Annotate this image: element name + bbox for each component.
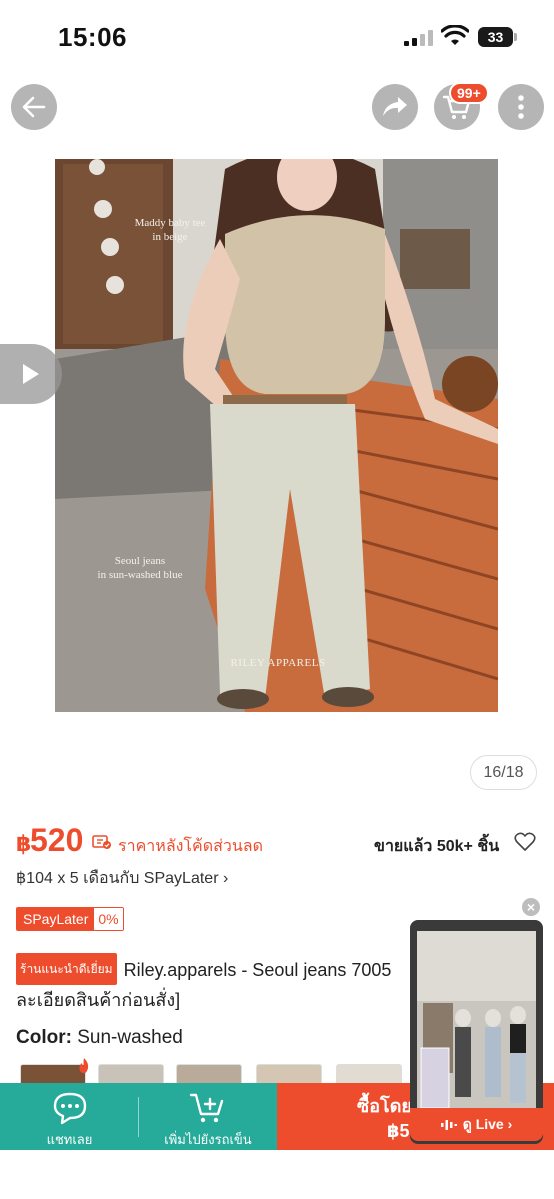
more-options-button[interactable] (498, 84, 544, 130)
add-cart-icon (189, 1093, 224, 1123)
product-title: ร้านแนะนำดีเยี่ยม Riley.apparels - Seoul… (16, 953, 416, 1015)
variation-value: Sun-washed (77, 1027, 183, 1048)
watch-live-button[interactable]: ดู Live › (410, 1108, 543, 1141)
sold-count: ขายแล้ว 50k+ ชิ้น (374, 838, 500, 855)
product-image[interactable]: Maddy baby tee in beige Seoul jeans in s… (55, 159, 498, 712)
product-page: 15:06 33 Maddy baby tee in beige Seoul j… (0, 0, 554, 1199)
status-bar: 15:06 33 (0, 0, 554, 72)
image-watermark: RILEY APPARELS (230, 657, 326, 669)
wifi-icon (441, 25, 469, 45)
status-time: 15:06 (58, 22, 127, 52)
price-after-discount-note: ราคาหลังโค้ดส่วนลด (118, 838, 263, 855)
price-value: 520 (30, 822, 84, 858)
more-vertical-icon (518, 95, 524, 119)
live-wave-icon (440, 1119, 457, 1130)
cellular-signal-icon (404, 30, 434, 46)
watch-live-label: ดู Live › (462, 1115, 513, 1132)
image-caption-top-2: in beige (152, 231, 188, 243)
chat-label: แชทเลย (46, 1132, 93, 1147)
image-caption-mid-1: Seoul jeans (114, 555, 166, 567)
spaylater-rate: 0% (94, 908, 123, 930)
spaylater-label: SPayLater (17, 908, 95, 930)
installment-link[interactable]: ฿104 x 5 เดือนกับ SPayLater › (16, 866, 228, 891)
chat-button[interactable]: แชทเลย (0, 1083, 139, 1150)
share-button[interactable] (372, 84, 418, 130)
heart-icon[interactable] (514, 832, 536, 852)
image-caption-mid-2: in sun-washed blue (97, 569, 183, 581)
back-button[interactable] (11, 84, 57, 130)
battery-level: 33 (478, 27, 513, 47)
battery-icon: 33 (478, 27, 518, 47)
arrow-left-icon (22, 96, 46, 118)
preferred-shop-badge: ร้านแนะนำดีเยี่ยม (16, 953, 117, 985)
play-icon (23, 364, 39, 384)
share-icon (383, 97, 407, 116)
image-counter: 16/18 (470, 755, 537, 790)
chat-icon (53, 1092, 86, 1125)
image-caption-top-1: Maddy baby tee (134, 217, 206, 229)
live-close-button[interactable]: × (520, 896, 542, 918)
spaylater-tag: SPayLater 0% (16, 907, 124, 931)
price-row: ฿ 520 ราคาหลังโค้ดส่วนลด ขายแล้ว 50k+ ชิ… (16, 822, 546, 862)
buy-now-label: ซื้อโดย (357, 1096, 412, 1116)
add-to-cart-label: เพิ่มไปยังรถเข็น (164, 1132, 252, 1147)
variation-row: Color: Sun-washed (16, 1027, 183, 1049)
add-to-cart-button[interactable]: เพิ่มไปยังรถเข็น (139, 1083, 277, 1150)
variation-label: Color: (16, 1027, 72, 1048)
video-play-button[interactable] (0, 344, 62, 404)
fire-icon (79, 1058, 89, 1073)
voucher-icon (92, 835, 111, 849)
cart-count-badge: 99+ (449, 82, 489, 104)
